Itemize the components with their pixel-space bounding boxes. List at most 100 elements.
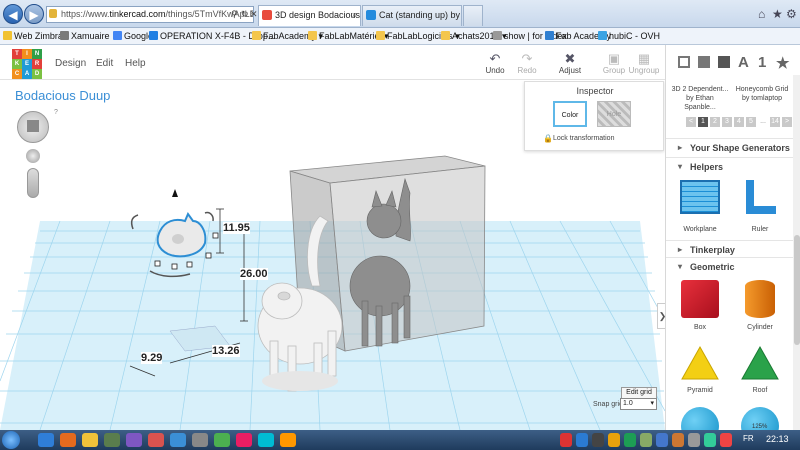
text-tab-icon[interactable]: A xyxy=(738,54,749,71)
app-icon[interactable] xyxy=(148,433,164,447)
tray-icon[interactable] xyxy=(688,433,700,447)
stop-icon[interactable]: ✕ xyxy=(250,9,258,20)
collapse-panel-button[interactable]: ❯ xyxy=(657,303,665,329)
generator-title[interactable]: 3D 2 Dependent... xyxy=(670,85,730,94)
address-bar[interactable]: https://www.tinkercad.com/things/5TmVfKw… xyxy=(46,6,254,23)
menu-help[interactable]: Help xyxy=(125,58,146,69)
tab-thingiverse[interactable]: Cat (standing up) by Scintilla - xyxy=(362,5,462,26)
tab-tinkercad[interactable]: 3D design Bodacious Duup ... × xyxy=(258,5,361,26)
close-icon[interactable]: × xyxy=(352,6,357,25)
app-icon[interactable] xyxy=(258,433,274,447)
section-geometric[interactable]: ▾ Geometric xyxy=(666,257,794,275)
media-icon[interactable] xyxy=(104,433,120,447)
home-icon[interactable]: ⌂ xyxy=(758,7,765,21)
ungroup-button[interactable]: ▦ Ungroup xyxy=(627,52,661,76)
pager-prev[interactable]: < xyxy=(686,117,696,127)
tray-icon[interactable] xyxy=(576,433,588,447)
app-icon[interactable] xyxy=(126,433,142,447)
help-icon[interactable]: ? xyxy=(54,109,58,116)
undo-button[interactable]: ↶ Undo xyxy=(478,52,512,76)
search-icon[interactable]: ⚲ xyxy=(231,9,238,20)
favorite-item[interactable]: hubiC - OVH xyxy=(598,31,660,41)
favorites-tab-icon[interactable]: ★ xyxy=(776,54,789,72)
3d-workspace[interactable]: Bodacious Duup ? 11.95 26.00 13.26 9.29 … xyxy=(0,81,665,430)
language-indicator[interactable]: FR xyxy=(743,434,754,443)
section-tinkerplay[interactable]: ▸ Tinkerplay xyxy=(666,240,794,258)
shape-cylinder[interactable]: Cylinder xyxy=(730,280,790,331)
home-view-icon[interactable] xyxy=(27,120,39,132)
favorite-item[interactable]: Xamuaire xyxy=(60,31,110,41)
tray-icon[interactable] xyxy=(608,433,620,447)
settings-gear-icon[interactable]: ⚙ xyxy=(786,7,797,21)
tray-icon[interactable] xyxy=(672,433,684,447)
dropbox-icon xyxy=(149,31,158,40)
app-icon[interactable] xyxy=(236,433,252,447)
refresh-icon[interactable]: ↻ xyxy=(241,9,249,20)
lock-icon[interactable]: 🔒 xyxy=(543,134,553,143)
favorites-star-icon[interactable]: ★ xyxy=(772,7,783,21)
helper-ruler[interactable]: Ruler xyxy=(730,180,790,233)
tray-icon[interactable] xyxy=(640,433,652,447)
helper-workplane[interactable]: Workplane xyxy=(670,180,730,233)
windows-taskbar: FR 22:13 xyxy=(0,430,800,450)
components-tab-icon[interactable] xyxy=(678,56,690,68)
zoom-slider[interactable] xyxy=(27,168,39,198)
design-title[interactable]: Bodacious Duup xyxy=(15,88,110,103)
tray-icon[interactable] xyxy=(656,433,668,447)
pager-next[interactable]: > xyxy=(782,117,792,127)
folder-icon[interactable] xyxy=(82,433,98,447)
number-tab-icon[interactable]: 1 xyxy=(758,54,766,71)
tray-icon[interactable] xyxy=(704,433,716,447)
section-your-generators[interactable]: ▸ Your Shape Generators xyxy=(666,138,794,156)
pager-page[interactable]: 5 xyxy=(746,117,756,127)
adjust-button[interactable]: ✖ Adjust xyxy=(553,52,587,76)
fit-view-icon[interactable] xyxy=(26,149,40,163)
tinkercad-logo[interactable]: T I N K E R C A D xyxy=(12,49,42,79)
tray-icon[interactable] xyxy=(560,433,572,447)
snap-grid-select[interactable]: 1.0 ▾ xyxy=(620,398,657,410)
app-icon[interactable] xyxy=(170,433,186,447)
shapes-tab-icon[interactable] xyxy=(698,56,710,68)
tray-icon[interactable] xyxy=(592,433,604,447)
new-tab-button[interactable] xyxy=(463,5,483,26)
ie-icon[interactable] xyxy=(38,433,54,447)
app-icon[interactable] xyxy=(192,433,208,447)
tray-icon[interactable] xyxy=(624,433,636,447)
panel-scrollbar[interactable] xyxy=(793,75,800,430)
menu-edit[interactable]: Edit xyxy=(96,58,113,69)
firefox-icon[interactable] xyxy=(60,433,76,447)
favorite-item[interactable]: Google xyxy=(113,31,153,41)
menu-design[interactable]: Design xyxy=(55,58,86,69)
clock[interactable]: 22:13 xyxy=(766,434,789,444)
dimension-width[interactable]: 13.26 xyxy=(212,345,240,357)
favorite-item[interactable]: Web Zimbra xyxy=(3,31,63,41)
generators-tab-icon[interactable] xyxy=(718,56,730,68)
app-icon[interactable] xyxy=(280,433,296,447)
shape-pyramid[interactable]: Pyramid xyxy=(670,345,730,394)
dimension-height-large[interactable]: 26.00 xyxy=(240,268,268,280)
section-helpers[interactable]: ▾ Helpers xyxy=(666,157,794,175)
scrollbar-thumb[interactable] xyxy=(794,235,800,345)
forward-button[interactable]: ▶ xyxy=(24,4,44,24)
back-button[interactable]: ◀ xyxy=(3,4,23,24)
pager-page[interactable]: 2 xyxy=(710,117,720,127)
shape-box[interactable]: Box xyxy=(670,280,730,331)
shape-sphere[interactable] xyxy=(670,407,730,430)
color-swatch[interactable]: Color xyxy=(553,101,587,127)
redo-button[interactable]: ↷ Redo xyxy=(510,52,544,76)
tray-icon[interactable] xyxy=(720,433,732,447)
dimension-depth[interactable]: 9.29 xyxy=(141,352,163,364)
shape-roof[interactable]: Roof xyxy=(730,345,790,394)
group-button[interactable]: ▣ Group xyxy=(597,52,631,76)
pager-page[interactable]: 4 xyxy=(734,117,744,127)
dimension-height-small[interactable]: 11.95 xyxy=(223,222,250,234)
pager-page[interactable]: 14 xyxy=(770,117,780,127)
pager-page[interactable]: 3 xyxy=(722,117,732,127)
generator-title[interactable]: Honeycomb Grid xyxy=(732,85,792,94)
start-button[interactable] xyxy=(2,431,20,449)
app-icon[interactable] xyxy=(214,433,230,447)
pager-page[interactable]: 1 xyxy=(698,117,708,127)
lock-transformation-label[interactable]: Lock transformation xyxy=(553,135,614,142)
hole-swatch[interactable]: Hole xyxy=(597,101,631,127)
zoom-level[interactable]: 125% xyxy=(752,424,790,431)
